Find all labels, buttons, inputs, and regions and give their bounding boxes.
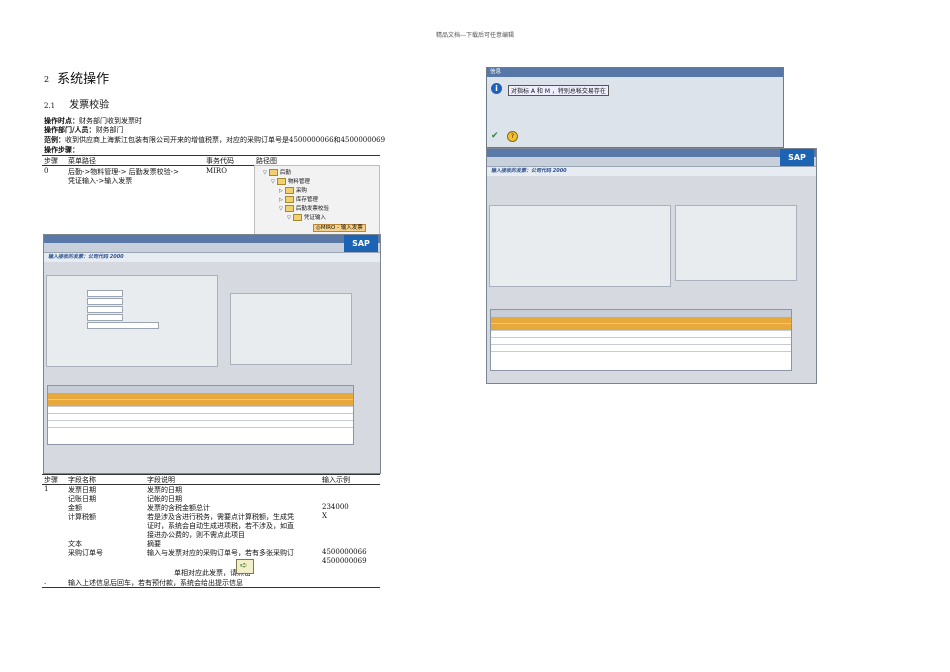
sap-toolbar bbox=[44, 243, 380, 253]
table-row bbox=[48, 421, 353, 428]
folder-icon bbox=[292, 214, 302, 221]
subsection-title-text: 发票校验 bbox=[69, 100, 110, 111]
footer-step: . bbox=[44, 578, 47, 586]
arrow-right-icon: ➪ bbox=[240, 561, 248, 571]
table-row bbox=[491, 345, 791, 352]
section-title: 2 系统操作 bbox=[44, 68, 109, 87]
field-table-rule-bottom bbox=[42, 587, 380, 588]
tree-item-miro[interactable]: ◎MIRO - 输入发票 bbox=[313, 223, 366, 232]
field-step-number: 1 bbox=[44, 485, 49, 493]
path-row-line2: 凭证输入->输入发票 bbox=[68, 177, 133, 185]
sap-title: 输入接收的发票：公司代码 2000 bbox=[487, 167, 816, 176]
table-row bbox=[48, 407, 353, 414]
subsection-number: 2.1 bbox=[44, 102, 56, 110]
intro-time-value: 财务部门收到发票时 bbox=[79, 117, 142, 125]
section-number: 2 bbox=[44, 75, 50, 84]
subsection-title: 2.1 发票校验 bbox=[44, 96, 109, 111]
folder-icon bbox=[284, 196, 294, 203]
table-rule-mid bbox=[42, 165, 254, 166]
table-row[interactable] bbox=[48, 400, 353, 407]
sap-menu-bar bbox=[44, 235, 380, 243]
info-icon: i bbox=[491, 83, 502, 94]
sap-screenshot-right: SAP 输入接收的发票：公司代码 2000 bbox=[486, 148, 817, 384]
intro-time-label: 操作时点： bbox=[44, 116, 79, 125]
help-icon[interactable]: ? bbox=[507, 131, 518, 142]
field-example: 234000 bbox=[322, 503, 349, 511]
tree-item-doc-entry[interactable]: ▽ 凭证输入 bbox=[287, 213, 326, 221]
field-example: 4500000066 bbox=[322, 548, 367, 556]
intro-example-label: 范例： bbox=[44, 135, 65, 144]
folder-icon bbox=[268, 169, 278, 176]
sap-screenshot-left: SAP 输入接收的发票：公司代码 2000 bbox=[43, 234, 381, 474]
sap-po-grid bbox=[47, 385, 354, 445]
sap-header-panel bbox=[489, 205, 671, 287]
tax-field[interactable] bbox=[87, 314, 123, 321]
posting-date-field[interactable] bbox=[87, 298, 123, 305]
field-example: 4500000069 bbox=[322, 557, 367, 565]
table-row bbox=[48, 414, 353, 421]
confirm-check-icon[interactable]: ✔ bbox=[491, 131, 499, 141]
invoice-date-field[interactable] bbox=[87, 290, 123, 297]
path-row-tcode: MIRO bbox=[206, 167, 227, 175]
sap-menu-bar bbox=[487, 149, 816, 157]
path-row-step: 0 bbox=[44, 167, 49, 175]
tree-item-materials[interactable]: ▽ 物料管理 bbox=[271, 177, 310, 185]
tree-item-inventory[interactable]: ▷ 库存管理 bbox=[279, 195, 318, 203]
info-dialog-title: 信息 bbox=[487, 68, 783, 77]
intro-example: 范例：收到供应商上海紫江包装有限公司开来的增值税票，对应的采购订单号是45000… bbox=[44, 135, 385, 145]
sap-header-panel bbox=[46, 275, 218, 367]
field-desc: 输入与发票对应的采购订单号，若有多张采购订 bbox=[147, 549, 294, 557]
tree-item-logistics[interactable]: ▽ 后勤 bbox=[263, 168, 291, 176]
field-desc: 接进办公费的，则不需点此项目 bbox=[147, 531, 245, 539]
folder-icon bbox=[284, 187, 294, 194]
intro-example-value: 收到供应商上海紫江包装有限公司开来的增值税票，对应的采购订单号是45000000… bbox=[65, 136, 386, 144]
intro-steps: 操作步骤： bbox=[44, 145, 79, 155]
tree-item-invoice-verify[interactable]: ▽ 后勤发票校验 bbox=[279, 204, 329, 212]
table-row[interactable] bbox=[491, 317, 791, 324]
sap-toolbar bbox=[487, 157, 816, 167]
grid-header bbox=[48, 386, 353, 393]
menu-path-tree: ▽ 后勤 ▽ 物料管理 ▷ 采购 ▷ 库存管理 ▽ 后勤发票校验 ▽ 凭证输入 ◎MIRO … bbox=[254, 165, 380, 235]
text-field[interactable] bbox=[87, 322, 159, 329]
intro-steps-label: 操作步骤： bbox=[44, 145, 79, 154]
intro-dept-label: 操作部门/人员： bbox=[44, 125, 96, 134]
tree-item-purchasing[interactable]: ▷ 采购 bbox=[279, 186, 307, 194]
info-message: 对指标 A 和 M ，特别总帐交易存在 bbox=[508, 85, 609, 96]
table-row[interactable] bbox=[491, 324, 791, 331]
field-name: 计算税额 bbox=[68, 513, 96, 521]
info-dialog: 信息 i 对指标 A 和 M ，特别总帐交易存在 ✔ ? bbox=[486, 67, 784, 148]
table-row bbox=[491, 338, 791, 345]
folder-icon bbox=[276, 178, 286, 185]
page-header: 精品文档---下载后可任意编辑 bbox=[435, 32, 515, 39]
table-row[interactable] bbox=[48, 393, 353, 400]
sap-logo: SAP bbox=[780, 149, 814, 166]
section-title-text: 系统操作 bbox=[57, 72, 110, 87]
arrow-right-button[interactable]: ➪ bbox=[236, 559, 254, 574]
amount-field[interactable] bbox=[87, 306, 123, 313]
sap-logo: SAP bbox=[344, 235, 378, 252]
sap-vendor-panel bbox=[230, 293, 352, 365]
grid-header bbox=[491, 310, 791, 317]
intro-dept: 操作部门/人员：财务部门 bbox=[44, 125, 124, 135]
field-name: 采购订单号 bbox=[68, 549, 103, 557]
folder-icon bbox=[284, 205, 294, 212]
table-row bbox=[491, 331, 791, 338]
intro-dept-value: 财务部门 bbox=[95, 126, 124, 134]
sap-title: 输入接收的发票：公司代码 2000 bbox=[44, 253, 380, 262]
field-example: X bbox=[322, 512, 327, 520]
sap-po-grid bbox=[490, 309, 792, 371]
sap-vendor-panel bbox=[675, 205, 797, 281]
